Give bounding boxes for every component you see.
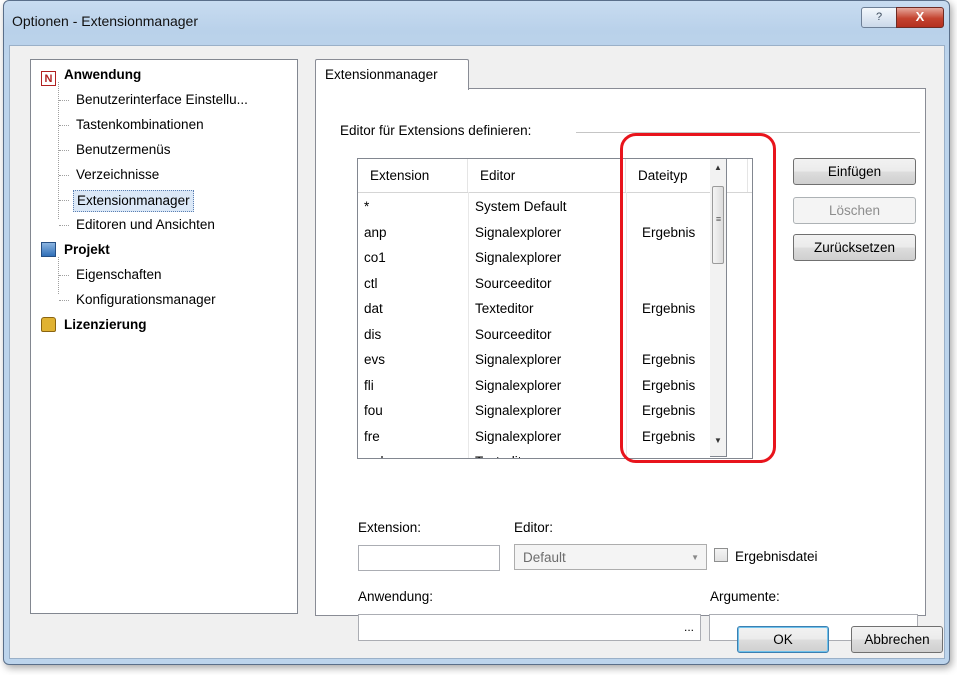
tree-item-eigenschaften[interactable]: Eigenschaften — [73, 264, 165, 286]
group-label: Editor für Extensions definieren: — [340, 123, 538, 138]
editor-cell: Signalexplorer — [475, 250, 562, 265]
extension-cell: fli — [364, 377, 374, 393]
extension-cell: ctl — [364, 275, 378, 291]
extension-cell: * — [364, 199, 370, 214]
editor-dropdown[interactable]: Default ▼ — [514, 544, 707, 570]
tab-extensionmanager[interactable]: Extensionmanager — [315, 59, 469, 90]
highlight-annotation — [620, 133, 776, 463]
arguments-label: Argumente: — [710, 589, 780, 604]
options-dialog: Optionen - Extensionmanager ? X N Anwendu… — [3, 0, 950, 665]
tree-group-lizenzierung[interactable]: Lizenzierung — [41, 314, 147, 336]
tree-connector — [59, 125, 69, 126]
ok-button[interactable]: OK — [737, 626, 829, 653]
project-icon — [41, 242, 56, 257]
tree-item-benutzerinterface-einstellu[interactable]: Benutzerinterface Einstellu... — [73, 89, 251, 111]
editor-cell: Signalexplorer — [475, 224, 562, 240]
column-header-extension[interactable]: Extension — [358, 159, 468, 192]
editor-cell: Signalexplorer — [475, 377, 562, 393]
title-bar: Optionen - Extensionmanager ? X — [4, 1, 949, 41]
extension-input[interactable] — [358, 545, 500, 571]
tree-group-label: Lizenzierung — [64, 317, 147, 332]
extension-cell: dat — [364, 301, 383, 316]
editor-cell: Signalexplorer — [475, 352, 562, 367]
browse-button[interactable]: ... — [684, 620, 694, 634]
extension-cell: evs — [364, 352, 386, 367]
tree-connector — [59, 300, 69, 301]
application-label: Anwendung: — [358, 589, 434, 604]
editor-cell: Texteditor — [475, 449, 534, 458]
tree-item-tastenkombinationen[interactable]: Tastenkombinationen — [73, 114, 207, 136]
extension-cell: co1 — [364, 250, 386, 265]
tree-item-extensionmanager[interactable]: Extensionmanager — [73, 190, 194, 212]
close-button[interactable]: X — [896, 7, 944, 28]
insert-button[interactable]: Einfügen — [793, 158, 916, 185]
tree-group-projekt[interactable]: Projekt — [41, 239, 110, 261]
editor-cell: Sourceeditor — [475, 275, 552, 291]
tree-connector — [59, 100, 69, 101]
editor-cell: Signalexplorer — [475, 403, 562, 418]
tree-item-editoren-und-ansichten[interactable]: Editoren und Ansichten — [73, 214, 218, 236]
tree-connector — [59, 275, 69, 276]
tree-connector — [59, 225, 69, 226]
editor-selected-value: Default — [523, 550, 566, 565]
tree-group-label: Anwendung — [64, 67, 142, 82]
n-icon: N — [41, 71, 56, 86]
tree-connector — [59, 150, 69, 151]
reset-button[interactable]: Zurücksetzen — [793, 234, 916, 261]
result-file-checkbox[interactable] — [714, 548, 728, 562]
extension-cell: dis — [364, 326, 382, 342]
extension-cell: fre — [364, 428, 380, 444]
tree-item-konfigurationsmanager[interactable]: Konfigurationsmanager — [73, 289, 219, 311]
editor-cell: Texteditor — [475, 301, 534, 316]
dialog-client-area: N Anwendung Benutzerinterface Einstellu...… — [9, 45, 945, 659]
tab-label: Extensionmanager — [325, 67, 438, 82]
tree-group-anwendung[interactable]: N Anwendung — [41, 64, 141, 86]
help-button[interactable]: ? — [861, 7, 897, 28]
application-input[interactable]: ... — [358, 614, 701, 641]
tree-item-benutzermen-s[interactable]: Benutzermenüs — [73, 139, 174, 161]
editor-cell: Signalexplorer — [475, 428, 562, 444]
cancel-button[interactable]: Abbrechen — [851, 626, 943, 653]
lock-icon — [41, 317, 56, 332]
editor-cell: System Default — [475, 199, 567, 214]
options-tree: N Anwendung Benutzerinterface Einstellu...… — [30, 59, 298, 614]
result-file-label: Ergebnisdatei — [735, 549, 818, 564]
extension-cell: fou — [364, 403, 383, 418]
tree-connector — [59, 200, 69, 201]
extension-label: Extension: — [358, 520, 422, 535]
extension-cell: grd — [364, 449, 384, 458]
tree-item-verzeichnisse[interactable]: Verzeichnisse — [73, 164, 162, 186]
delete-button[interactable]: Löschen — [793, 197, 916, 224]
chevron-down-icon: ▼ — [691, 553, 699, 562]
window-title: Optionen - Extensionmanager — [12, 13, 198, 29]
extension-cell: anp — [364, 224, 387, 240]
editor-cell: Sourceeditor — [475, 326, 552, 342]
column-header-editor[interactable]: Editor — [468, 159, 626, 192]
tree-connector — [59, 175, 69, 176]
tree-group-label: Projekt — [64, 242, 110, 257]
editor-label: Editor: — [514, 520, 554, 535]
